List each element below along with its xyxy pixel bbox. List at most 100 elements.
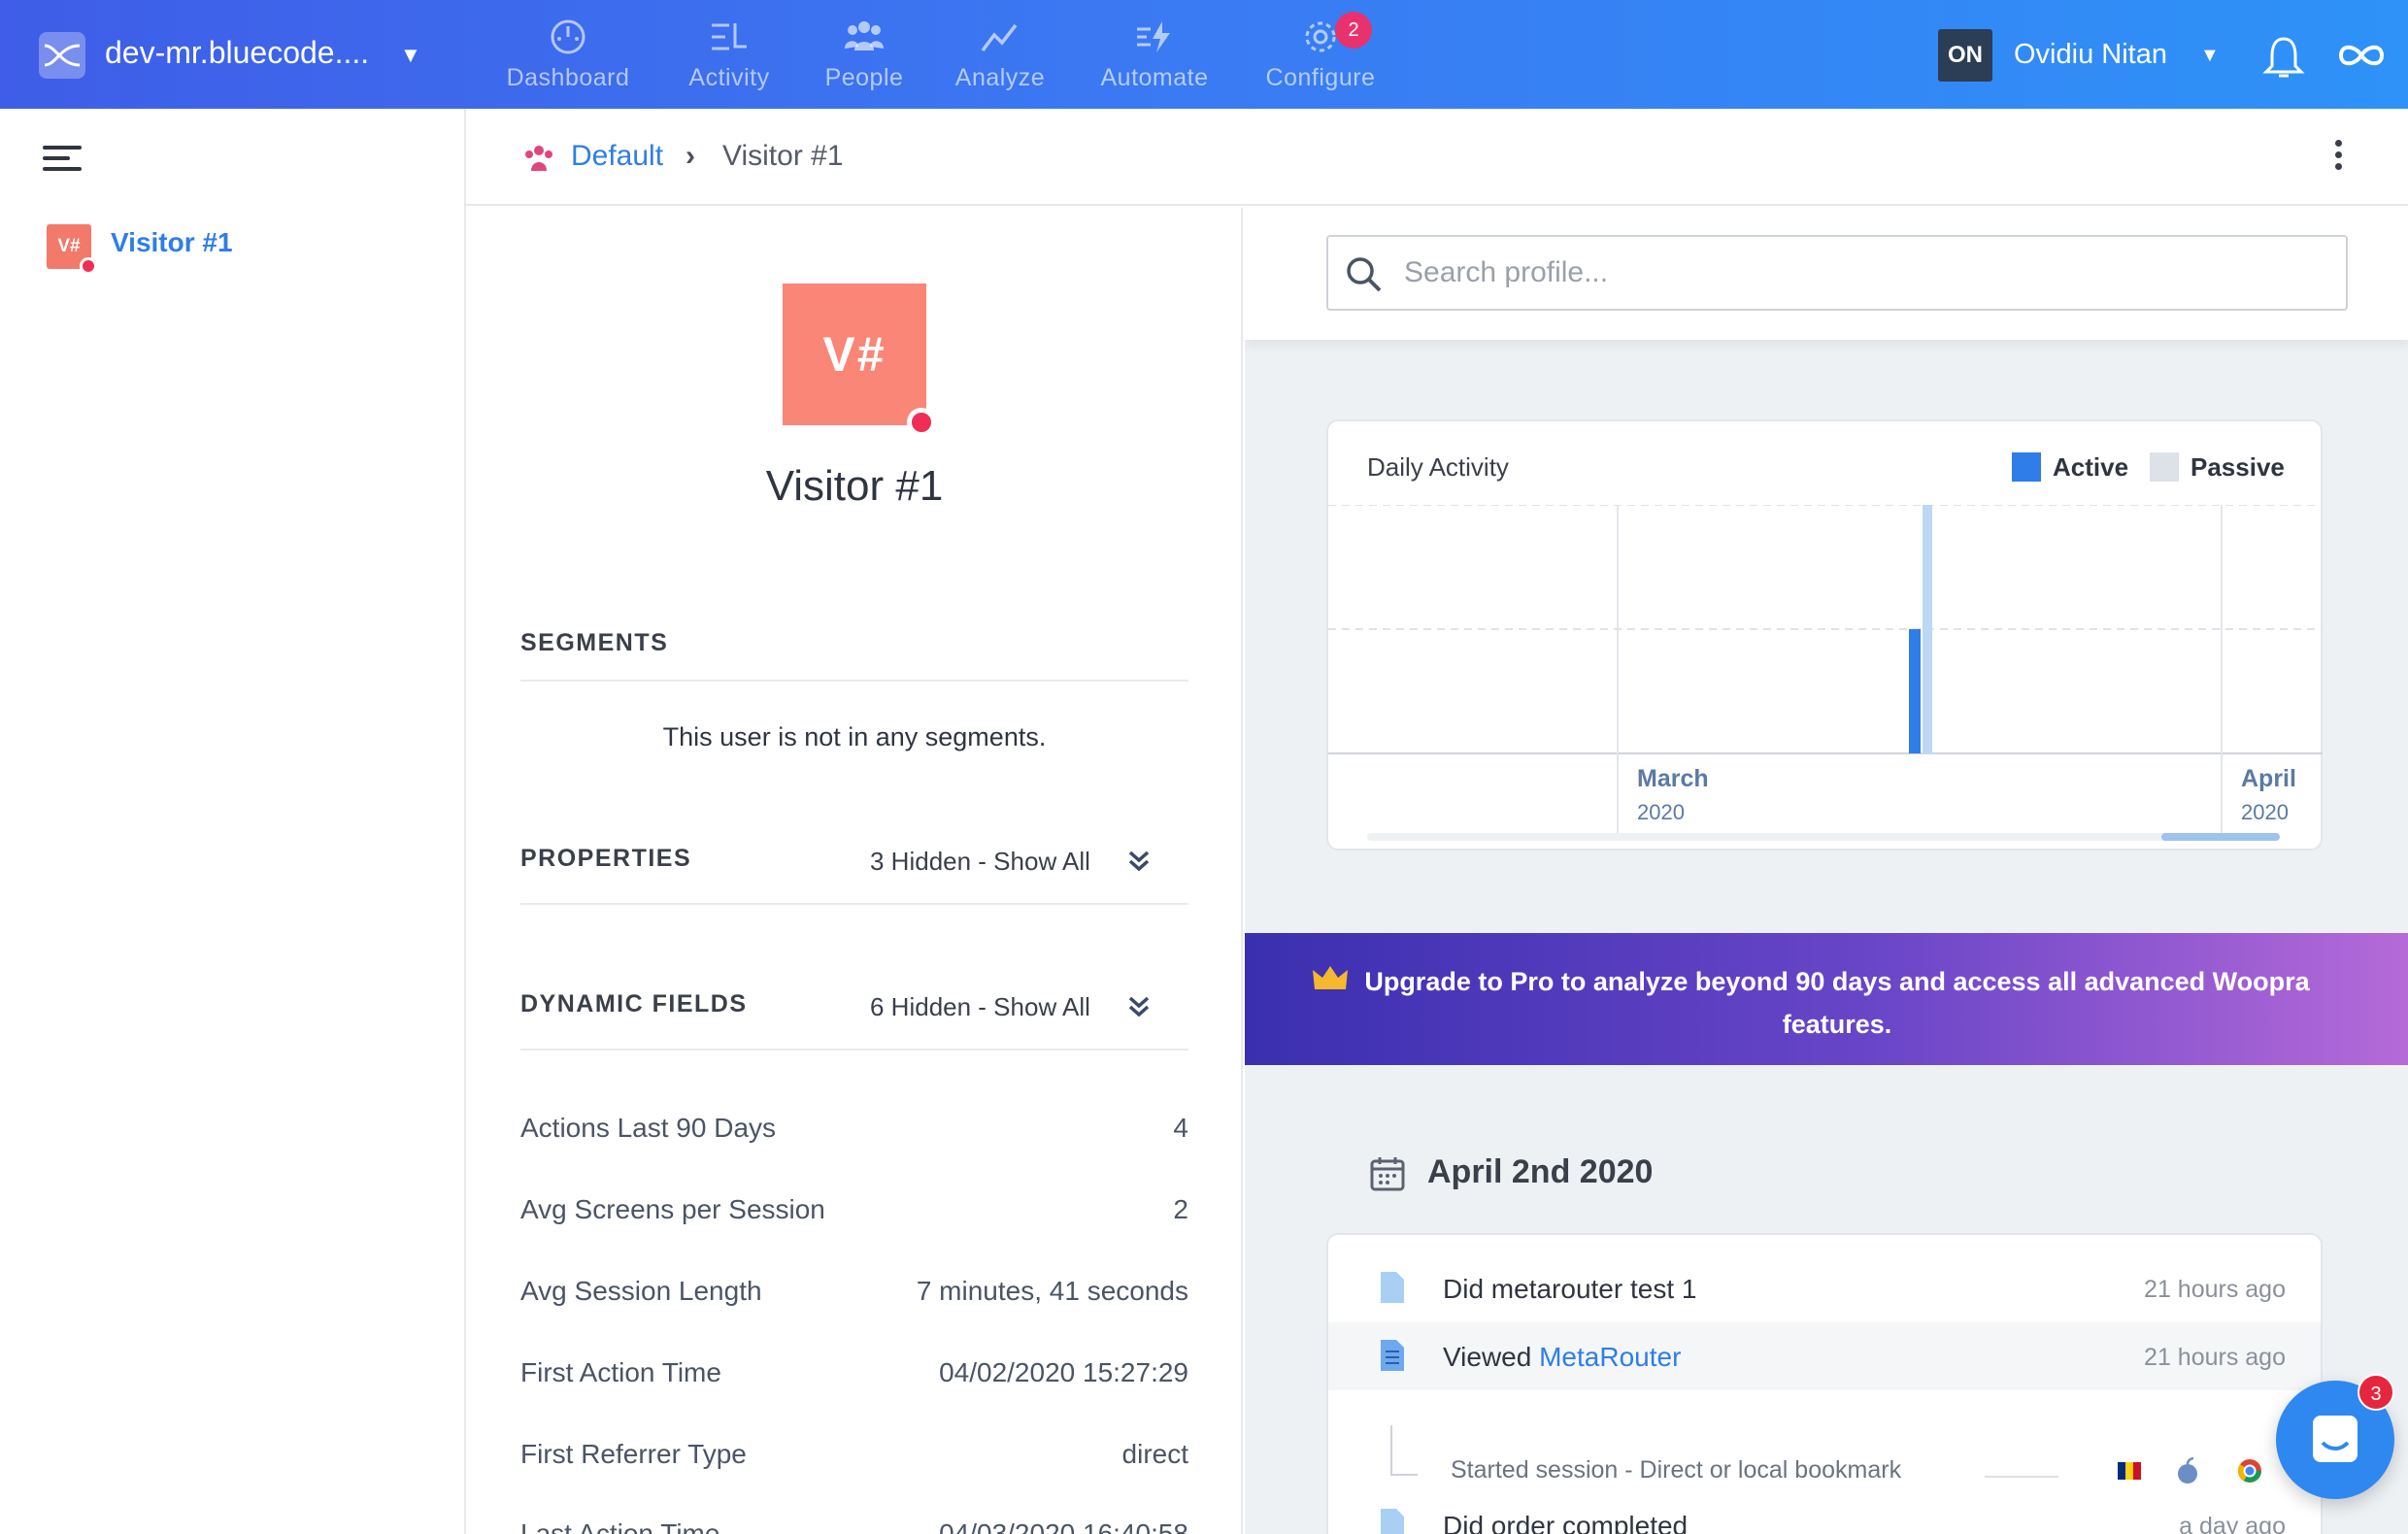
people-icon (845, 21, 884, 50)
page-icon (1381, 1509, 1404, 1534)
x-tick-month: April (2241, 765, 2296, 792)
romania-flag-icon (2118, 1462, 2141, 1480)
chart-scroll-track (1367, 833, 2280, 841)
sidebar-item-visitor[interactable]: Visitor #1 (111, 227, 233, 258)
activity-time: 21 hours ago (2144, 1344, 2286, 1371)
search-input[interactable] (1404, 250, 2326, 295)
upgrade-message: Upgrade to Pro to analyze beyond 90 days… (1364, 967, 2310, 1039)
segments-empty-message: This user is not in any segments. (662, 722, 1047, 751)
field-key: Avg Session Length (520, 1276, 762, 1306)
site-logo-icon[interactable] (39, 32, 85, 79)
field-key: First Referrer Type (520, 1439, 747, 1469)
more-options-icon[interactable] (2328, 140, 2348, 179)
nav-people-label: People (824, 64, 904, 91)
list-item[interactable]: Viewed MetaRouter 21 hours ago (1328, 1322, 2321, 1390)
divider (1985, 1476, 2058, 1478)
bar-active[interactable] (1909, 629, 1921, 753)
field-row: Last Action Time 04/03/2020 16:40:58 (520, 1518, 1188, 1534)
field-row: Avg Screens per Session 2 (520, 1194, 1188, 1233)
field-key: Last Action Time (520, 1518, 720, 1534)
breadcrumb: Default › Visitor #1 (466, 109, 2408, 206)
dynamic-fields-heading: DYNAMIC FIELDS (520, 990, 748, 1017)
document-icon (1381, 1340, 1404, 1371)
legend-swatch-active (2012, 452, 2041, 482)
chart-title: Daily Activity (1367, 452, 1509, 482)
legend-label-active: Active (2053, 452, 2129, 482)
segments-heading: SEGMENTS (520, 629, 669, 656)
properties-heading: PROPERTIES (520, 845, 692, 872)
field-key: First Action Time (520, 1357, 721, 1387)
page-icon (1381, 1272, 1404, 1303)
nav-dashboard[interactable]: Dashboard (505, 17, 631, 97)
x-tick-year: 2020 (1637, 800, 1685, 824)
chart-scroll-thumb (2161, 833, 2280, 841)
search-box[interactable] (1326, 235, 2348, 311)
field-value: 2 (1173, 1194, 1188, 1224)
activity-text: Did metarouter test 1 (1443, 1274, 1697, 1304)
field-value: 4 (1173, 1113, 1188, 1143)
apple-icon (2178, 1456, 2197, 1484)
activity-panel: Daily Activity Active Passive March 2020… (1245, 208, 2408, 1534)
legend-label-passive: Passive (2191, 452, 2285, 482)
user-avatar[interactable]: ON (1938, 29, 1992, 82)
bell-icon[interactable] (2262, 35, 2305, 80)
left-sidebar: V# Visitor #1 (0, 109, 466, 1534)
analyze-icon (981, 23, 1018, 52)
double-chevron-down-icon[interactable] (1126, 849, 1152, 874)
nav-configure-label: Configure (1265, 64, 1376, 91)
nav-activity-label: Activity (688, 64, 770, 91)
field-row: First Referrer Type direct (520, 1439, 1188, 1478)
divider (520, 680, 1188, 682)
dynamic-fields-show-all[interactable]: 6 Hidden - Show All (870, 992, 1090, 1022)
daily-activity-chart: March 2020 April 2020 (1328, 505, 2323, 841)
double-chevron-down-icon[interactable] (1126, 994, 1152, 1019)
user-menu[interactable]: Ovidiu Nitan (2014, 39, 2167, 71)
divider (520, 1049, 1188, 1050)
nav-analyze[interactable]: Analyze (946, 17, 1054, 97)
user-menu-caret-icon[interactable]: ▼ (2200, 45, 2220, 67)
infinity-icon[interactable] (2335, 39, 2388, 72)
chevron-right-icon: › (686, 140, 695, 172)
daily-activity-card: Daily Activity Active Passive March 2020… (1326, 419, 2323, 850)
list-item[interactable]: Did order completed a day ago (1328, 1491, 2321, 1534)
site-selector[interactable]: dev-mr.bluecode.... (105, 35, 369, 71)
upgrade-banner[interactable]: Upgrade to Pro to analyze beyond 90 days… (1245, 933, 2408, 1065)
activity-text: Viewed MetaRouter (1443, 1342, 1681, 1373)
field-key: Actions Last 90 Days (520, 1113, 777, 1143)
x-tick-month: March (1637, 765, 1709, 792)
dashboard-icon (551, 19, 585, 54)
field-value: 04/02/2020 15:27:29 (939, 1357, 1188, 1387)
segment-people-icon (525, 146, 552, 171)
field-row: Avg Session Length 7 minutes, 41 seconds (520, 1276, 1188, 1315)
profile-avatar: V# (783, 283, 926, 425)
field-value: 7 minutes, 41 seconds (916, 1276, 1188, 1306)
nav-dashboard-label: Dashboard (506, 64, 630, 91)
search-icon (1347, 257, 1382, 292)
nav-automate[interactable]: Automate (1089, 17, 1220, 97)
field-value: 04/03/2020 16:40:58 (939, 1518, 1188, 1534)
online-status-dot (80, 257, 97, 275)
field-key: Avg Screens per Session (520, 1194, 825, 1224)
bar-passive[interactable] (1923, 505, 1932, 753)
nav-people[interactable]: People (812, 17, 917, 97)
breadcrumb-current: Visitor #1 (722, 140, 844, 172)
activity-date-heading: April 2nd 2020 (1427, 1153, 1654, 1190)
list-item[interactable]: Did metarouter test 1 21 hours ago (1328, 1254, 2321, 1322)
session-connector (1390, 1425, 1392, 1474)
legend-swatch-passive (2150, 452, 2179, 482)
x-tick-year: 2020 (2241, 800, 2289, 824)
chat-notification-badge: 3 (2358, 1374, 2394, 1411)
hamburger-menu-icon[interactable] (43, 146, 82, 173)
chart-bars (1909, 505, 1932, 753)
site-dropdown-caret-icon[interactable]: ▼ (400, 43, 421, 68)
activity-link[interactable]: MetaRouter (1539, 1342, 1681, 1372)
properties-show-all[interactable]: 3 Hidden - Show All (870, 847, 1090, 877)
nav-activity[interactable]: Activity (672, 17, 786, 97)
divider (520, 903, 1188, 905)
top-navigation-bar: dev-mr.bluecode.... ▼ Dashboard Activity… (0, 0, 2408, 109)
activity-time: 21 hours ago (2144, 1276, 2286, 1303)
field-value: direct (1121, 1439, 1188, 1469)
activity-list: Did metarouter test 1 21 hours ago Viewe… (1326, 1233, 2323, 1534)
chrome-icon (2238, 1459, 2261, 1483)
breadcrumb-parent-link[interactable]: Default (571, 140, 663, 173)
